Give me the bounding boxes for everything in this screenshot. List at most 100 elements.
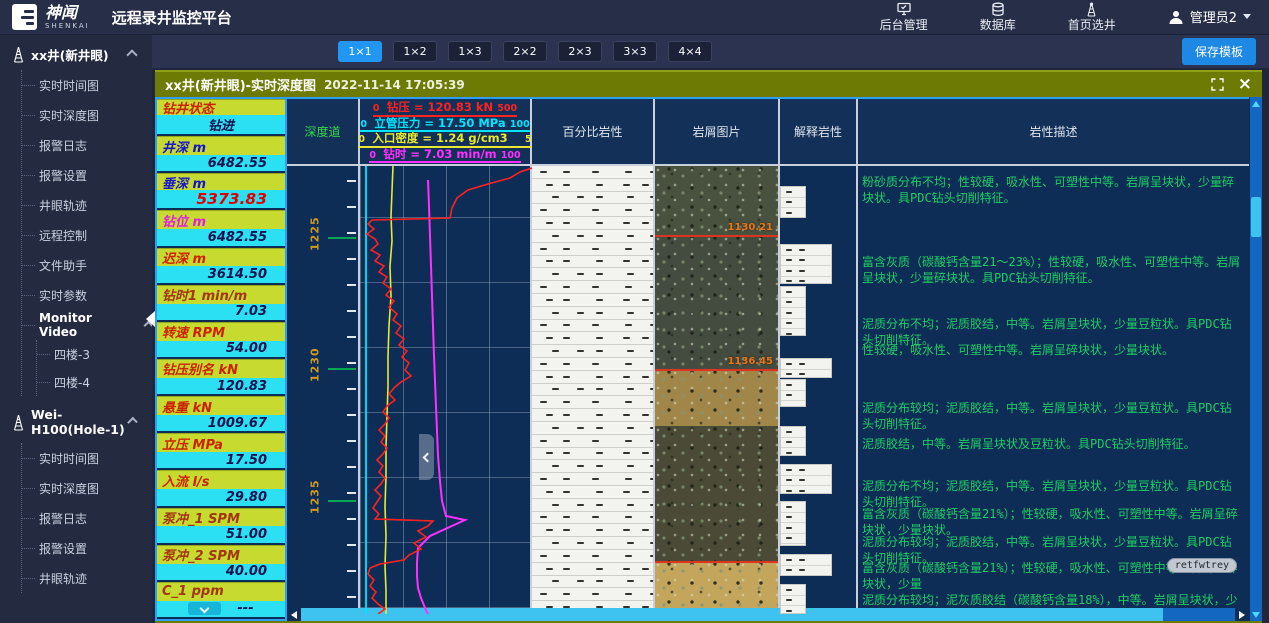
nav-home-well-select[interactable]: 首页选井 xyxy=(1068,2,1116,32)
sidebar-item-0-5[interactable]: 远程控制 xyxy=(22,220,152,250)
param-3: 钻位 m6482.55 xyxy=(157,210,285,247)
param-label: 垂深 m xyxy=(157,173,285,190)
sidebar-item-0-4[interactable]: 井眼轨迹 xyxy=(22,190,152,220)
sidebar-item-0-0[interactable]: 实时时间图 xyxy=(22,70,152,100)
nav-database[interactable]: 数据库 xyxy=(980,2,1016,32)
scroll-up-icon[interactable] xyxy=(1250,97,1262,110)
curve-legend-row: 0钻时 = 7.03 min/m100 xyxy=(369,148,520,164)
interpreted-litho-header: 解释岩性 xyxy=(780,99,858,164)
sidebar-item-0-6[interactable]: 文件助手 xyxy=(22,250,152,280)
interp-litho-block xyxy=(780,244,832,284)
interp-litho-block xyxy=(780,464,832,494)
interp-litho-block xyxy=(780,554,832,576)
param-value: 40.00 xyxy=(157,564,285,582)
layout-button-3×3[interactable]: 3×3 xyxy=(613,41,657,62)
sidebar-item-camera-0[interactable]: 四楼-3 xyxy=(37,340,152,368)
scroll-down-icon[interactable] xyxy=(1250,608,1262,621)
param-label: 转速 RPM xyxy=(157,322,285,341)
sidebar-item-1-1[interactable]: 实时深度图 xyxy=(22,473,152,503)
layout-button-1×1[interactable]: 1×1 xyxy=(338,41,382,62)
monitor-icon xyxy=(896,2,912,17)
layout-button-1×3[interactable]: 1×3 xyxy=(448,41,492,62)
param-label: 钻时1 min/m xyxy=(157,285,285,304)
sidebar-item-1-2[interactable]: 报警日志 xyxy=(22,503,152,533)
curve-legend: 0钻压 = 120.83 kN5000立管压力 = 17.50 MPa1000入… xyxy=(360,99,532,164)
param-dropdown-button[interactable] xyxy=(188,602,221,615)
param-9: 立压 MPa17.50 xyxy=(157,433,285,470)
sidebar-item-monitor-video[interactable]: Monitor Video xyxy=(22,310,152,340)
chart-body: 122512301235 1130.211136.45 粉砂质分布不均；性较硬，… xyxy=(287,166,1249,608)
nav-label: 后台管理 xyxy=(880,18,928,32)
user-menu[interactable]: 管理员2 xyxy=(1168,7,1251,26)
param-label: C_1 ppm xyxy=(157,582,285,601)
page-title: 远程录井监控平台 xyxy=(112,7,232,28)
chevron-down-icon xyxy=(1243,14,1251,19)
param-label: 钻压别名 kN xyxy=(157,359,285,378)
sidebar: xx井(新井眼)实时时间图实时深度图报警日志报警设置井眼轨迹远程控制文件助手实时… xyxy=(0,34,152,623)
brand-name-en: SHENKAI xyxy=(45,23,90,30)
param-value: --- xyxy=(157,601,285,619)
cuttings-photo xyxy=(655,426,778,561)
panel-title: xx井(新井眼)-实时深度图 xyxy=(165,75,316,94)
save-template-button[interactable]: 保存模板 xyxy=(1182,38,1256,65)
lith-description-5: 泥质胶结，中等。岩屑呈块状及豆粒状。具PDC钻头切削特征。 xyxy=(862,436,1243,452)
sidebar-item-0-2[interactable]: 报警日志 xyxy=(22,130,152,160)
scroll-left-icon[interactable] xyxy=(287,608,301,621)
sidebar-item-0-3[interactable]: 报警设置 xyxy=(22,160,152,190)
interp-track xyxy=(780,166,858,608)
depth-label: 1235 xyxy=(309,479,322,514)
param-value: 5373.83 xyxy=(157,190,285,210)
lith-description-4: 泥质分布较均；泥质胶结，中等。岩屑呈块状，少量豆粒状。具PDC钻头切削特征。 xyxy=(862,400,1243,432)
sidebar-item-0-1[interactable]: 实时深度图 xyxy=(22,100,152,130)
hover-tooltip: retfwtrey xyxy=(1167,558,1237,573)
lith-description-10: 泥质分布较均；泥灰质胶结（碳酸钙含量18%），中等。岩屑呈块状，少量豆粒状。具P… xyxy=(862,592,1243,608)
sidebar-item-camera-1[interactable]: 四楼-4 xyxy=(37,368,152,396)
sidebar-item-1-0[interactable]: 实时时间图 xyxy=(22,443,152,473)
layout-toolbar: 1×1 1×2 1×3 2×2 2×3 3×3 4×4 保存模板 xyxy=(152,34,1269,68)
vertical-scrollbar[interactable] xyxy=(1249,97,1262,621)
fullscreen-icon[interactable] xyxy=(1211,78,1224,91)
layout-button-1×2[interactable]: 1×2 xyxy=(393,41,437,62)
vertical-scroll-thumb[interactable] xyxy=(1251,197,1261,237)
curve-legend-row: 0钻压 = 120.83 kN500 xyxy=(373,101,517,117)
param-7: 钻压别名 kN120.83 xyxy=(157,359,285,396)
sidebar-item-0-7[interactable]: 实时参数 xyxy=(22,280,152,310)
sidebar-tree: xx井(新井眼)实时时间图实时深度图报警日志报警设置井眼轨迹远程控制文件助手实时… xyxy=(0,34,152,593)
sidebar-item-1-3[interactable]: 报警设置 xyxy=(22,533,152,563)
derrick-icon xyxy=(1085,2,1098,17)
brand-name-cn: 神闻 xyxy=(45,5,90,21)
cuttings-photo xyxy=(655,235,778,369)
close-icon[interactable]: × xyxy=(1238,76,1252,93)
well-node-0[interactable]: xx井(新井眼) xyxy=(0,34,152,70)
param-value: 3614.50 xyxy=(157,266,285,284)
lith-description-0: 粉砂质分布不均；性较硬，吸水性、可塑性中等。岩屑呈块状，少量碎块状。具PDC钻头… xyxy=(862,174,1243,206)
interp-litho-block xyxy=(780,286,806,336)
interp-litho-block xyxy=(780,358,832,378)
sample-boundary-line xyxy=(655,235,778,237)
derrick-icon xyxy=(12,46,25,63)
param-6: 转速 RPM54.00 xyxy=(157,322,285,359)
layout-button-2×3[interactable]: 2×3 xyxy=(558,41,602,62)
layout-button-2×2[interactable]: 2×2 xyxy=(503,41,547,62)
interp-litho-block xyxy=(780,379,806,407)
param-value: 6482.55 xyxy=(157,155,285,173)
litho-description-header: 岩性描述 xyxy=(858,99,1249,164)
well-node-1[interactable]: Wei-H100(Hole-1) xyxy=(0,396,152,443)
panel-title-bar: xx井(新井眼)-实时深度图 2022-11-14 17:05:39 × xyxy=(155,70,1262,97)
layout-button-4×4[interactable]: 4×4 xyxy=(668,41,712,62)
param-list: 钻井状态钻进井深 m6482.55垂深 m5373.83钻位 m6482.55迟… xyxy=(155,97,287,621)
param-value: 7.03 xyxy=(157,304,285,322)
chart-region: 深度道 0钻压 = 120.83 kN5000立管压力 = 17.50 MPa1… xyxy=(287,97,1249,621)
sidebar-item-1-4[interactable]: 井眼轨迹 xyxy=(22,563,152,593)
cuttings-photo xyxy=(655,561,778,608)
track-collapse-tab[interactable] xyxy=(419,434,434,480)
depth-label: 1225 xyxy=(309,216,322,251)
scroll-right-icon[interactable] xyxy=(1235,608,1249,621)
user-name: 管理员2 xyxy=(1190,7,1237,26)
sidebar-collapse-arrow[interactable] xyxy=(146,311,155,327)
param-value: 54.00 xyxy=(157,341,285,359)
sample-boundary-line xyxy=(655,561,778,563)
nav-label: 首页选井 xyxy=(1068,18,1116,32)
nav-backend-management[interactable]: 后台管理 xyxy=(880,2,928,32)
curve-legend-row: 0入口密度 = 1.24 g/cm35 xyxy=(358,132,531,148)
